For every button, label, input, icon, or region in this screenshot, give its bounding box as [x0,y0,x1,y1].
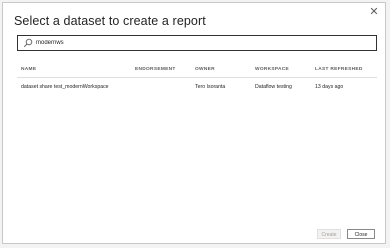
create-button[interactable]: Create [317,229,341,239]
column-header-endorsement[interactable]: ENDORSEMENT [135,67,176,72]
search-box[interactable] [17,35,377,51]
column-header-last-refreshed[interactable]: LAST REFRESHED [315,67,363,72]
column-header-name[interactable]: NAME [21,67,36,72]
dataset-name-cell: dataset share test_modernWorkspace [21,84,109,90]
last-refreshed-cell: 13 days ago [315,84,344,90]
close-button[interactable]: Close [347,229,375,239]
column-header-owner[interactable]: OWNER [195,67,215,72]
table-header: NAME ENDORSEMENT OWNER WORKSPACE LAST RE… [17,65,377,78]
column-header-workspace[interactable]: WORKSPACE [255,67,289,72]
workspace-cell: Dataflow testing [255,84,292,90]
search-input[interactable] [36,36,366,50]
close-icon[interactable]: ✕ [367,5,381,19]
search-icon [23,38,33,48]
owner-cell: Tero Isoranta [195,84,226,90]
table-row[interactable]: dataset share test_modernWorkspace Tero … [17,82,377,94]
create-report-dialog: Select a dataset to create a report ✕ NA… [2,2,386,244]
dialog-title: Select a dataset to create a report [14,14,206,28]
